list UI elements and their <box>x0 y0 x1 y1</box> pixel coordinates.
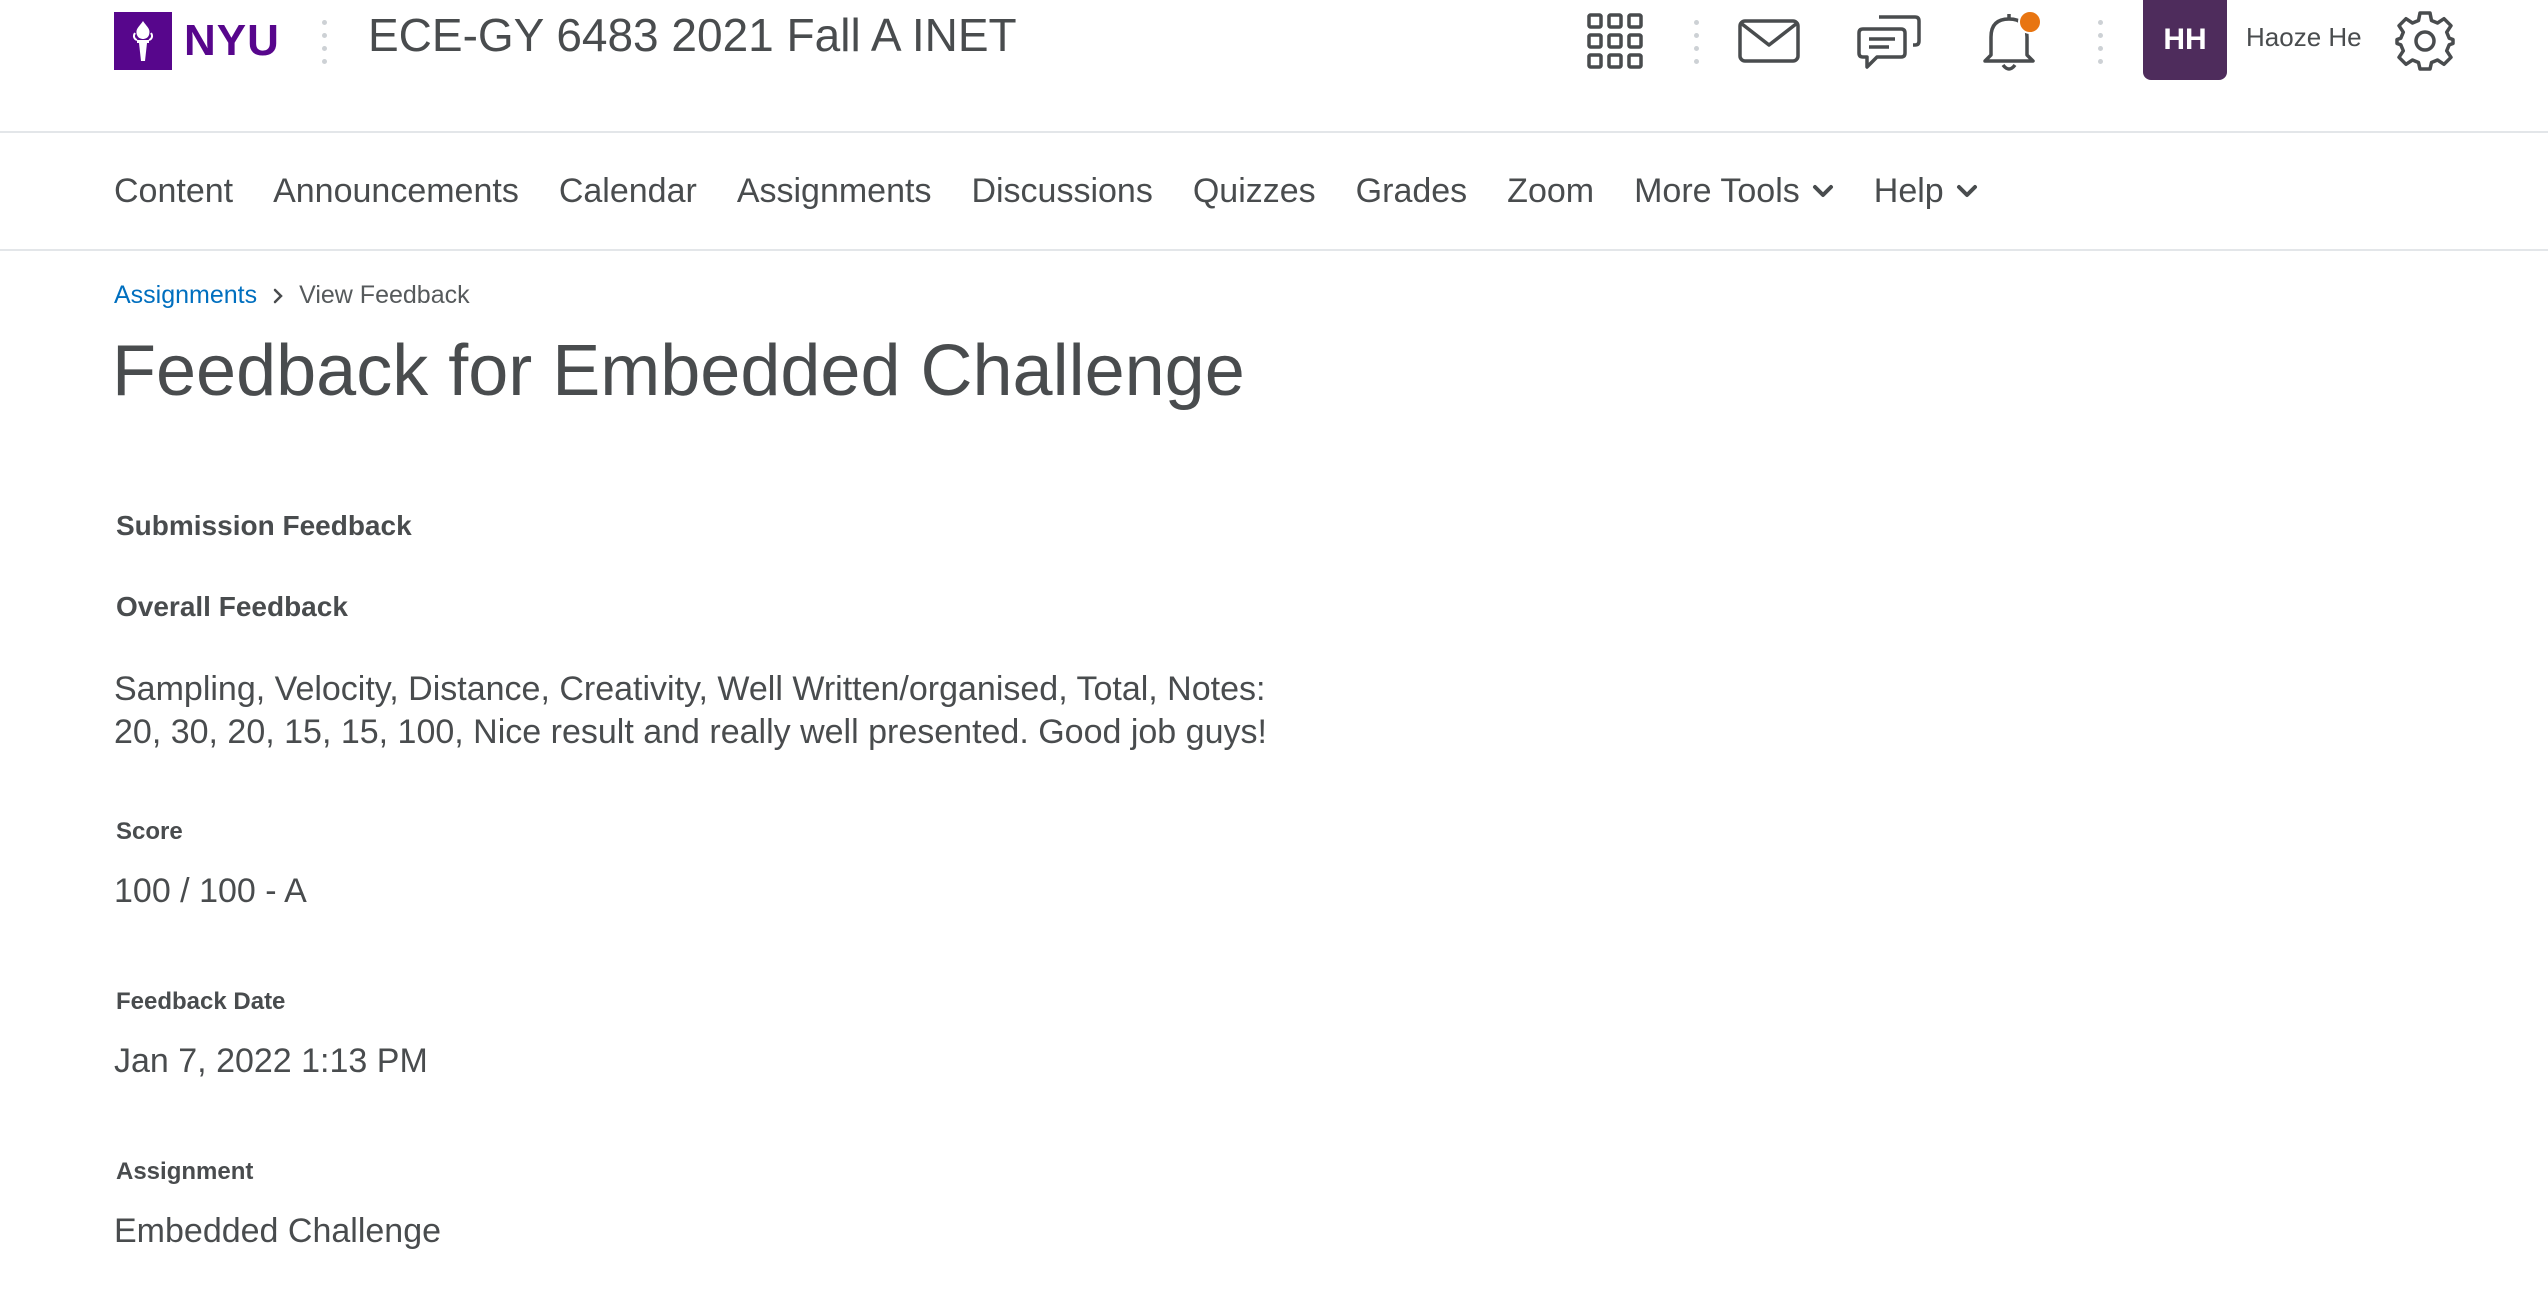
nav-grades[interactable]: Grades <box>1356 172 1468 211</box>
course-title[interactable]: ECE-GY 6483 2021 Fall A INET <box>368 8 1017 62</box>
breadcrumb: Assignments View Feedback <box>114 281 470 310</box>
gear-icon[interactable] <box>2390 8 2460 74</box>
submission-feedback-heading: Submission Feedback <box>116 510 412 541</box>
bell-icon[interactable] <box>1974 8 2044 74</box>
nav-calendar[interactable]: Calendar <box>559 172 697 211</box>
nav-content[interactable]: Content <box>114 172 233 211</box>
breadcrumb-assignments-link[interactable]: Assignments <box>114 281 257 310</box>
nav-help[interactable]: Help <box>1874 172 1978 211</box>
score-label: Score <box>116 818 183 845</box>
nav-more-tools[interactable]: More Tools <box>1634 172 1834 211</box>
nav-announcements[interactable]: Announcements <box>273 172 519 211</box>
overall-feedback-text: Sampling, Velocity, Distance, Creativity… <box>114 668 1267 754</box>
top-header: NYU ECE-GY 6483 2021 Fall A INET HH Haoz… <box>0 0 2548 133</box>
nav-zoom[interactable]: Zoom <box>1507 172 1594 211</box>
nav-quizzes[interactable]: Quizzes <box>1193 172 1316 211</box>
feedback-date-value: Jan 7, 2022 1:13 PM <box>114 1042 428 1080</box>
chevron-right-icon <box>273 288 283 304</box>
mail-icon[interactable] <box>1734 8 1804 74</box>
assignment-label: Assignment <box>116 1158 254 1185</box>
chevron-down-icon <box>1812 184 1834 198</box>
avatar[interactable]: HH <box>2143 0 2227 80</box>
feedback-line: 20, 30, 20, 15, 15, 100, Nice result and… <box>114 713 1267 751</box>
page-title: Feedback for Embedded Challenge <box>112 331 1245 411</box>
torch-icon <box>114 12 172 70</box>
user-name[interactable]: Haoze He <box>2246 22 2362 53</box>
nav-assignments[interactable]: Assignments <box>737 172 932 211</box>
course-navbar: Content Announcements Calendar Assignmen… <box>0 133 2548 251</box>
separator-dots <box>2098 20 2104 64</box>
waffle-icon[interactable] <box>1580 8 1650 74</box>
feedback-date-label: Feedback Date <box>116 988 286 1015</box>
assignment-value: Embedded Challenge <box>114 1212 442 1250</box>
nav-more-tools-label: More Tools <box>1634 171 1800 210</box>
nav-discussions[interactable]: Discussions <box>971 172 1152 211</box>
breadcrumb-current: View Feedback <box>299 281 470 309</box>
separator-dots <box>1694 20 1700 64</box>
separator-dots <box>322 20 328 64</box>
logo-text: NYU <box>184 16 280 65</box>
score-value: 100 / 100 - A <box>114 872 307 910</box>
feedback-line: Sampling, Velocity, Distance, Creativity… <box>114 670 1266 708</box>
notification-badge <box>2018 10 2042 34</box>
chat-icon[interactable] <box>1854 8 1924 74</box>
nyu-logo[interactable]: NYU <box>114 12 280 70</box>
overall-feedback-heading: Overall Feedback <box>116 591 348 622</box>
chevron-down-icon <box>1956 184 1978 198</box>
nav-help-label: Help <box>1873 171 1944 210</box>
